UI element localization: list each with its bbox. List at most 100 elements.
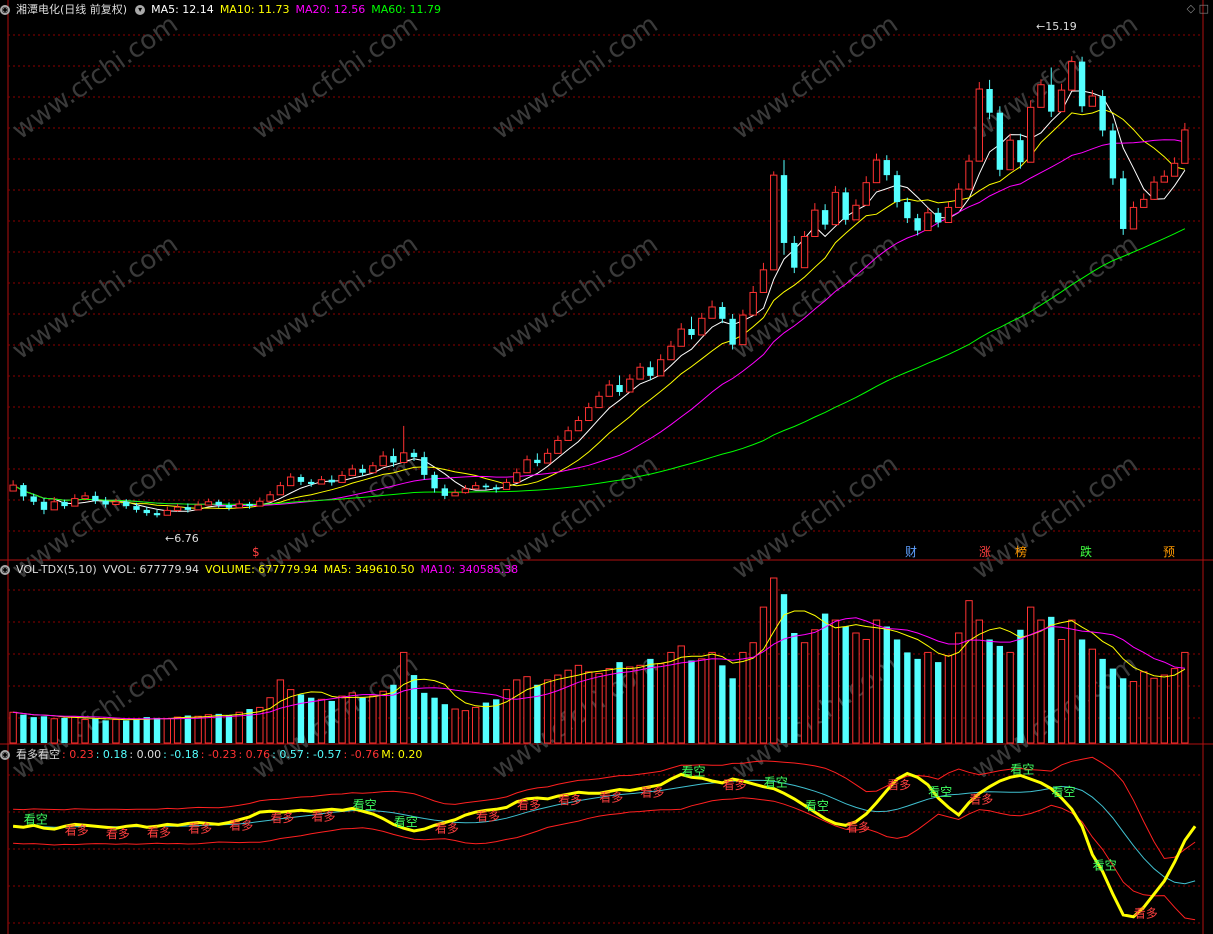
volume-bar: [513, 679, 521, 744]
candle-body: [390, 456, 397, 463]
candle-body: [297, 477, 305, 482]
bear-signal-label: 看空: [764, 776, 788, 790]
candle-body: [71, 498, 79, 507]
event-marker-forecast[interactable]: 预: [1163, 545, 1175, 559]
candle-body: [1048, 84, 1055, 112]
bull-signal-label: 看多: [229, 819, 253, 833]
candle-body: [1017, 140, 1024, 163]
event-marker-rise[interactable]: 涨: [979, 544, 991, 559]
volume-bar: [1150, 677, 1158, 744]
volume-bar: [173, 716, 182, 744]
candle-body: [133, 506, 140, 510]
candle-body: [81, 495, 89, 500]
candle-body: [924, 212, 932, 232]
watermark-text: www.cfchi.com: [7, 229, 184, 365]
price-header: ◉ 湘潭电化(日线 前复权) ▾ MA5: 12.14 MA10: 11.73 MA20:…: [0, 1, 447, 18]
candle-body: [441, 488, 449, 496]
candle-body: [50, 501, 58, 511]
ma60-value: MA60: 11.79: [371, 3, 441, 16]
volume-bar: [616, 662, 623, 743]
volume-bar: [194, 715, 202, 744]
volume-bar: [317, 698, 326, 744]
candle-body: [698, 317, 706, 336]
volume-bar: [924, 651, 932, 744]
candle-body: [215, 501, 222, 506]
candle-body: [831, 191, 840, 226]
volume-bar: [698, 658, 706, 744]
volume-bar: [204, 714, 213, 744]
dropdown-icon[interactable]: ▾: [135, 5, 146, 15]
volume-settings-icon[interactable]: ◉: [0, 565, 10, 575]
bear-signal-label: 看空: [1093, 859, 1117, 873]
indicator-settings-icon[interactable]: ◉: [0, 750, 10, 760]
candle-body: [308, 481, 315, 485]
volume-bar: [421, 692, 428, 743]
volume-bar: [50, 718, 58, 744]
candle-body: [421, 457, 428, 475]
volume-bar: [842, 626, 849, 743]
candle-body: [554, 439, 562, 454]
bull-signal-label: 看多: [311, 809, 335, 823]
bear-signal-label: 看空: [1010, 762, 1034, 776]
event-marker-finance[interactable]: 财: [905, 545, 917, 559]
volume-bar: [1088, 648, 1097, 744]
bull-signal-label: 看多: [969, 792, 993, 806]
event-marker-fall[interactable]: 跌: [1080, 544, 1092, 559]
settings-icon[interactable]: ◉: [0, 5, 10, 15]
ind-value-8: : -0.57: [305, 748, 342, 761]
volume-bar: [30, 717, 37, 743]
bull-signal-label: 看多: [147, 825, 171, 839]
volume-bar: [308, 697, 315, 743]
bull-signal-label: 看多: [476, 809, 500, 823]
vol-ma5-value: MA5: 349610.50: [323, 563, 415, 576]
ind-value-10: M: 0.20: [381, 748, 423, 761]
candle-body: [1037, 84, 1045, 108]
candle-body: [534, 459, 541, 464]
stock-chart: www.cfchi.com www.cfchi.com www.cfchi.com w…: [0, 0, 1213, 934]
candle-body: [944, 206, 953, 223]
candle-body: [102, 500, 109, 505]
volume-bar: [1037, 619, 1045, 744]
panel-toggle-icons[interactable]: ◇ □: [1187, 2, 1209, 15]
volume-bar: [184, 715, 192, 743]
bear-signal-label: 看空: [394, 815, 418, 829]
volume-bar: [564, 669, 572, 744]
candle-body: [523, 459, 531, 474]
volume-bar: [574, 664, 583, 744]
candle-body: [359, 468, 366, 473]
volume-bar: [965, 600, 973, 744]
bear-signal-label: 看空: [24, 812, 48, 826]
indicator-header: ◉ 看多看空: 0.23: 0.18: 0.00: -0.18: -0.23: 0…: [0, 746, 428, 763]
bull-signal-label: 看多: [270, 811, 294, 825]
volume-bar: [893, 639, 901, 743]
vol-ma10-value: MA10: 340585.38: [420, 563, 519, 576]
bear-signal-label: 看空: [353, 798, 377, 812]
candle-body: [749, 291, 757, 316]
candle-body: [800, 235, 809, 269]
candle-body: [1150, 181, 1158, 200]
bull-signal-label: 看多: [1134, 906, 1158, 920]
volume-bar: [770, 577, 778, 744]
candle-body: [451, 492, 459, 497]
event-marker-list[interactable]: 榜: [1015, 544, 1027, 559]
candle-body: [636, 366, 644, 380]
candle-body: [759, 269, 768, 293]
volume-bar: [369, 695, 377, 744]
candle-body: [112, 501, 120, 505]
candle-body: [246, 503, 253, 507]
candle-body: [893, 175, 901, 203]
candle-body: [883, 160, 890, 176]
candle-body: [1129, 206, 1138, 230]
candle-body: [821, 210, 829, 225]
volume-bar: [246, 709, 253, 743]
candle-body: [1088, 95, 1097, 107]
volume-bar: [914, 658, 921, 743]
event-marker-dollar[interactable]: $: [252, 545, 260, 559]
volume-bar: [297, 694, 305, 743]
volume-bar: [163, 718, 171, 744]
volume-bar: [677, 645, 685, 744]
volume-bar: [431, 697, 438, 743]
volume-panel: [9, 577, 1189, 744]
volume-bar: [1181, 651, 1189, 744]
volume-bar: [20, 714, 27, 743]
